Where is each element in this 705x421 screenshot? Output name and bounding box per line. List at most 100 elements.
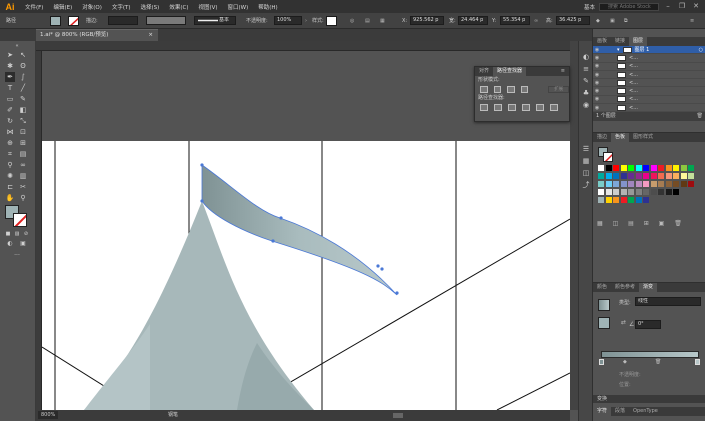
lasso-tool-icon[interactable]: ʘ xyxy=(18,61,28,71)
tab-align[interactable]: 对齐 xyxy=(475,67,493,76)
menu-select[interactable]: 选择(S) xyxy=(136,3,165,11)
menu-help[interactable]: 帮助(H) xyxy=(253,3,282,11)
visibility-eye-icon[interactable]: ◉ xyxy=(593,47,601,53)
anchor-point[interactable] xyxy=(376,264,380,268)
gradient-type-dropdown[interactable]: 线性 xyxy=(635,297,701,306)
close-tab-icon[interactable]: × xyxy=(148,30,153,41)
layer-expand-icon[interactable]: ▾ xyxy=(617,47,620,53)
visibility-eye-icon[interactable]: ◉ xyxy=(593,55,601,61)
variable-width-profile[interactable] xyxy=(146,16,186,25)
tab-opentype[interactable]: OpenType xyxy=(629,407,662,416)
horizontal-scroll-thumb[interactable] xyxy=(393,413,403,418)
layer-row[interactable]: ◉ <... xyxy=(593,96,705,105)
color-swatch[interactable] xyxy=(673,189,679,195)
transform-icon[interactable]: ▦ xyxy=(380,16,385,26)
anchor-point[interactable] xyxy=(200,199,204,203)
anchor-point[interactable] xyxy=(271,239,275,243)
color-swatch[interactable] xyxy=(605,181,612,187)
blend-tool-icon[interactable]: ∞ xyxy=(18,160,28,170)
color-swatch[interactable] xyxy=(665,165,672,171)
tab-links[interactable]: 链接 xyxy=(611,37,629,46)
visibility-eye-icon[interactable]: ◉ xyxy=(593,80,601,86)
h-field[interactable]: 36.425 p xyxy=(556,16,590,25)
slice-tool-icon[interactable]: ✂ xyxy=(18,182,28,192)
color-swatch[interactable] xyxy=(598,173,604,179)
selection-tool-icon[interactable]: ➤ xyxy=(5,50,15,60)
tab-artboards[interactable]: 画板 xyxy=(593,37,611,46)
tab-layers[interactable]: 图层 xyxy=(629,37,648,46)
color-swatch[interactable] xyxy=(688,173,694,179)
shape-builder-tool-icon[interactable]: ⊕ xyxy=(5,138,15,148)
color-swatch[interactable] xyxy=(635,181,642,187)
pen-tool-icon[interactable]: ✒ xyxy=(5,72,15,82)
tab-pathfinder[interactable]: 路径查找器 xyxy=(493,67,527,76)
eraser-tool-icon[interactable]: ◧ xyxy=(18,105,28,115)
tab-stroke[interactable]: 描边 xyxy=(593,133,611,142)
menu-view[interactable]: 视图(V) xyxy=(193,3,222,11)
visibility-eye-icon[interactable]: ◉ xyxy=(593,72,601,78)
color-swatch[interactable] xyxy=(605,173,612,179)
color-swatch[interactable] xyxy=(605,165,612,171)
stroke-color-box[interactable] xyxy=(13,213,27,227)
eyedropper-tool-icon[interactable]: ⚲ xyxy=(5,160,15,170)
color-swatch[interactable] xyxy=(598,197,604,203)
gradient-stop-right[interactable] xyxy=(695,359,700,365)
color-swatch[interactable] xyxy=(688,165,694,171)
width-tool-icon[interactable]: ⋈ xyxy=(5,127,15,137)
color-swatch[interactable] xyxy=(680,181,687,187)
color-swatch[interactable] xyxy=(620,197,627,203)
layer-row[interactable]: ◉ <... xyxy=(593,104,705,113)
delete-stop-icon[interactable]: 🗑 xyxy=(655,359,661,365)
color-swatch[interactable] xyxy=(665,189,672,195)
layer-row[interactable]: ◉ <... xyxy=(593,79,705,88)
delete-layer-icon[interactable]: 🗑 xyxy=(697,112,703,121)
color-swatch[interactable] xyxy=(643,181,649,187)
swatch-stroke-preview[interactable] xyxy=(603,152,613,162)
color-swatch[interactable] xyxy=(620,189,627,195)
color-swatch[interactable] xyxy=(658,181,664,187)
line-tool-icon[interactable]: ╱ xyxy=(18,83,28,93)
close-icon[interactable]: ✕ xyxy=(691,2,701,11)
rotate-tool-icon[interactable]: ↻ xyxy=(5,116,15,126)
libraries-panel-icon[interactable]: ▦ xyxy=(582,157,590,165)
minus-front-button[interactable] xyxy=(493,85,502,93)
minus-back-button[interactable] xyxy=(550,103,558,111)
color-swatch[interactable] xyxy=(665,173,672,179)
arrange-icon[interactable]: ⧉ xyxy=(624,16,628,26)
magic-wand-tool-icon[interactable]: ✱ xyxy=(5,61,15,71)
tab-swatches[interactable]: 色板 xyxy=(611,133,630,142)
color-swatch[interactable] xyxy=(635,173,642,179)
exclude-button[interactable] xyxy=(520,85,529,93)
color-swatch[interactable] xyxy=(665,181,672,187)
color-swatch[interactable] xyxy=(680,165,687,171)
transform-panel-tab[interactable]: 变换 xyxy=(593,395,705,403)
scale-tool-icon[interactable]: ⤡ xyxy=(18,116,28,126)
type-tool-icon[interactable]: T xyxy=(5,83,15,93)
shaper-tool-icon[interactable]: ✐ xyxy=(5,105,15,115)
color-swatch[interactable] xyxy=(628,189,634,195)
panel-menu-icon[interactable]: ≡ xyxy=(557,67,569,76)
stroke-panel-icon[interactable]: ≡ xyxy=(582,65,590,73)
menu-edit[interactable]: 编辑(E) xyxy=(48,3,77,11)
outline-button[interactable] xyxy=(536,103,544,111)
w-field[interactable]: 24.464 p xyxy=(458,16,488,25)
properties-panel-icon[interactable]: ☰ xyxy=(582,145,590,153)
hand-tool-icon[interactable]: ✋ xyxy=(5,193,15,203)
stock-search-input[interactable]: 搜索 Adobe Stock xyxy=(599,2,659,11)
color-swatch[interactable] xyxy=(628,197,634,203)
color-swatch[interactable] xyxy=(613,173,619,179)
color-swatch[interactable] xyxy=(650,165,657,171)
tab-color[interactable]: 颜色 xyxy=(593,283,611,292)
unite-button[interactable] xyxy=(480,85,488,93)
target-icon[interactable]: ○ xyxy=(699,47,703,53)
artboard-tool-icon[interactable]: ⊏ xyxy=(5,182,15,192)
opacity-chevron-icon[interactable]: › xyxy=(305,16,307,26)
curvature-tool-icon[interactable]: ∫ xyxy=(18,72,28,82)
gradient-slider[interactable] xyxy=(601,351,699,358)
color-swatch[interactable] xyxy=(620,165,627,171)
color-swatch[interactable] xyxy=(628,165,634,171)
color-swatch[interactable] xyxy=(605,197,612,203)
trim-button[interactable] xyxy=(494,103,502,111)
gradient-preview-swatch[interactable] xyxy=(598,299,610,311)
paintbrush-tool-icon[interactable]: ✎ xyxy=(18,94,28,104)
